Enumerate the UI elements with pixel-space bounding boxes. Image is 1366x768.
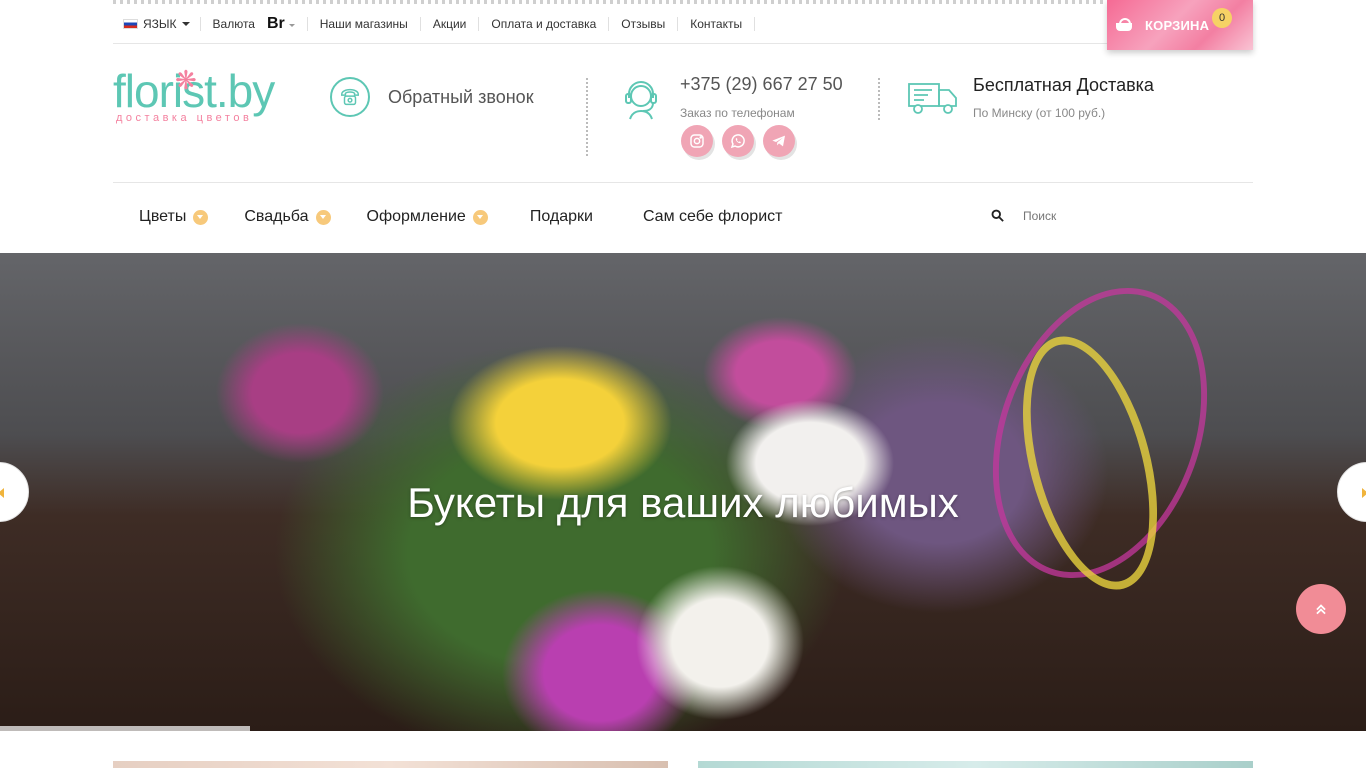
arrow-right-icon	[1362, 488, 1366, 498]
chevron-down-icon	[181, 21, 190, 26]
toplink-stores[interactable]: Наши магазины	[308, 17, 420, 31]
search-box	[990, 208, 1223, 223]
phone-number[interactable]: +375 (29) 667 27 50	[680, 74, 843, 95]
language-selector[interactable]: ЯЗЫК	[113, 17, 200, 31]
toplink-reviews[interactable]: Отзывы	[609, 17, 677, 31]
phone-icon	[330, 77, 370, 117]
nav-item-label: Сам себе флорист	[642, 208, 783, 225]
logo-tagline: доставка цветов	[116, 112, 253, 124]
chevron-down-icon	[288, 24, 295, 27]
telegram-icon[interactable]	[763, 125, 795, 157]
instagram-icon[interactable]	[681, 125, 713, 157]
divider	[754, 16, 756, 31]
nav-item-label: Цветы	[139, 208, 187, 225]
toplink-contacts[interactable]: Контакты	[678, 17, 754, 31]
callback-label: Обратный звонок	[388, 86, 534, 107]
language-label: ЯЗЫК	[143, 16, 177, 31]
hero-title: Букеты для ваших любимых	[407, 479, 959, 526]
flower-icon: ❋	[175, 65, 197, 95]
search-input[interactable]	[1023, 208, 1223, 223]
promo-card-right[interactable]	[698, 761, 1253, 768]
promo-card-left[interactable]	[113, 761, 668, 768]
cart-label: КОРЗИНА	[1145, 17, 1210, 33]
divider	[878, 78, 880, 120]
nav-item-label: Подарки	[529, 208, 593, 225]
basket-icon	[1115, 18, 1133, 32]
cart-count-badge: 0	[1212, 8, 1232, 28]
topbar: ЯЗЫК Валюта Br Наши магазины Акции Оплат…	[113, 4, 1253, 44]
nav-item-wedding[interactable]: Свадьба	[244, 208, 331, 226]
currency-value: Br	[266, 14, 285, 32]
arrow-left-icon	[0, 488, 4, 498]
main-nav: Цветы Свадьба Оформление Подарки Сам себ…	[139, 208, 818, 226]
callback-link[interactable]: Обратный звонок	[330, 77, 534, 117]
delivery-title: Бесплатная Доставка	[973, 75, 1154, 95]
chevron-down-icon	[472, 209, 488, 225]
nav-item-label: Оформление	[366, 208, 466, 225]
chevron-down-icon	[315, 209, 331, 225]
slider-progress-bar	[0, 726, 250, 731]
cart-button[interactable]: КОРЗИНА	[1107, 0, 1253, 50]
search-icon[interactable]	[990, 208, 1005, 223]
nav-item-flowers[interactable]: Цветы	[139, 208, 209, 226]
scroll-to-top-button[interactable]	[1296, 584, 1346, 634]
whatsapp-icon[interactable]	[722, 125, 754, 157]
truck-icon	[908, 83, 957, 114]
currency-label: Валюта	[212, 16, 255, 31]
hero-slider[interactable]: Букеты для ваших любимых	[0, 253, 1366, 731]
divider	[586, 78, 588, 156]
headset-icon	[625, 81, 657, 120]
currency-selector[interactable]: Валюта Br	[201, 15, 307, 33]
phone-caption: Заказ по телефонам	[680, 106, 795, 120]
delivery-subtitle: По Минску (от 100 руб.)	[973, 106, 1106, 120]
nav-item-diy-florist[interactable]: Сам себе флорист	[643, 208, 783, 226]
social-links	[681, 125, 795, 157]
russia-flag-icon	[123, 18, 138, 29]
nav-item-gifts[interactable]: Подарки	[530, 208, 593, 226]
double-chevron-up-icon	[1316, 604, 1326, 615]
nav-item-decoration[interactable]: Оформление	[367, 208, 488, 226]
nav-item-label: Свадьба	[244, 208, 309, 225]
chevron-down-icon	[193, 209, 209, 225]
site-logo[interactable]: florist.by доставка цветов ❋	[113, 65, 275, 124]
toplink-promotions[interactable]: Акции	[421, 17, 479, 31]
header-divider	[113, 182, 1253, 183]
toplink-payment-delivery[interactable]: Оплата и доставка	[479, 17, 608, 31]
